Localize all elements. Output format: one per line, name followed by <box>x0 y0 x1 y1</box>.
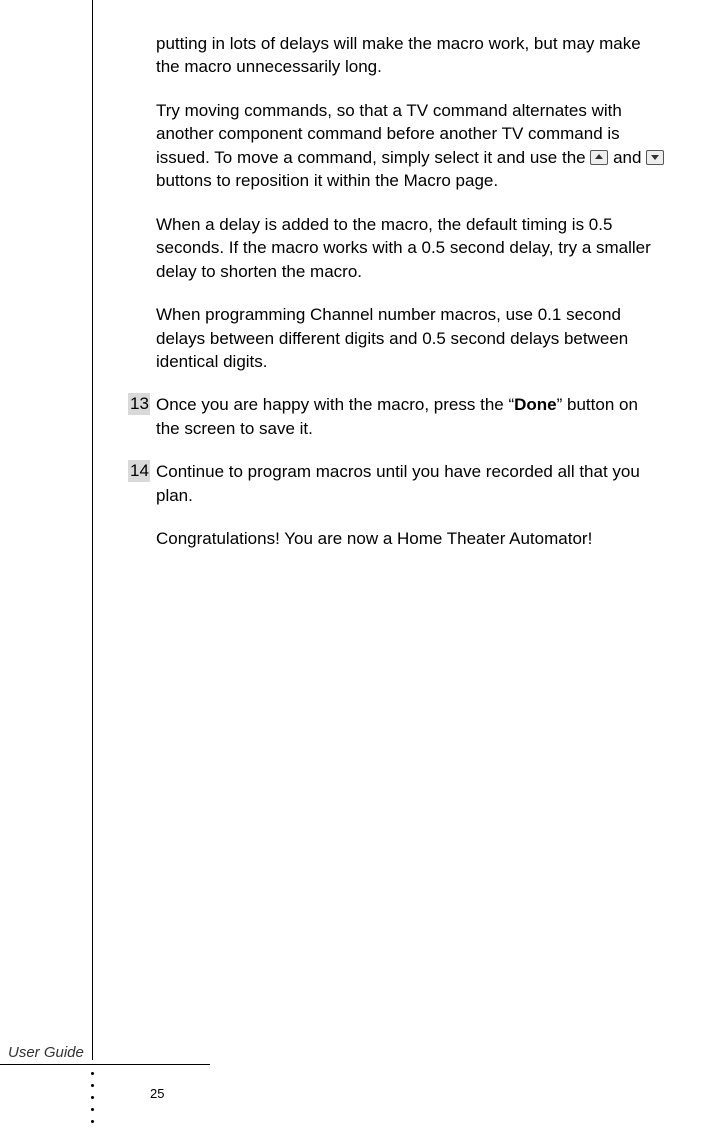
horizontal-rule <box>0 1064 210 1065</box>
footer-label: User Guide <box>0 1044 92 1061</box>
page: putting in lots of delays will make the … <box>0 0 715 1134</box>
vertical-rule <box>92 0 93 1060</box>
page-number: 25 <box>150 1086 164 1101</box>
text: Once you are happy with the macro, press… <box>156 395 514 414</box>
done-label: Done <box>514 395 557 414</box>
paragraph: putting in lots of delays will make the … <box>156 32 666 79</box>
text: and <box>608 148 646 167</box>
body-text: putting in lots of delays will make the … <box>156 32 666 571</box>
step-number: 13 <box>128 393 150 415</box>
step-body: Once you are happy with the macro, press… <box>156 393 666 440</box>
text: buttons to reposition it within the Macr… <box>156 171 498 190</box>
dotted-rule <box>91 1072 94 1132</box>
paragraph: Congratulations! You are now a Home Thea… <box>156 527 666 550</box>
step-13: 13 Once you are happy with the macro, pr… <box>156 393 666 440</box>
arrow-down-icon <box>646 150 664 165</box>
step-body: Continue to program macros until you hav… <box>156 460 666 507</box>
text: Try moving commands, so that a TV comman… <box>156 101 622 167</box>
paragraph: When programming Channel number macros, … <box>156 303 666 373</box>
step-number: 14 <box>128 460 150 482</box>
paragraph: Try moving commands, so that a TV comman… <box>156 99 666 193</box>
arrow-up-icon <box>590 150 608 165</box>
paragraph: When a delay is added to the macro, the … <box>156 213 666 283</box>
step-14: 14 Continue to program macros until you … <box>156 460 666 507</box>
